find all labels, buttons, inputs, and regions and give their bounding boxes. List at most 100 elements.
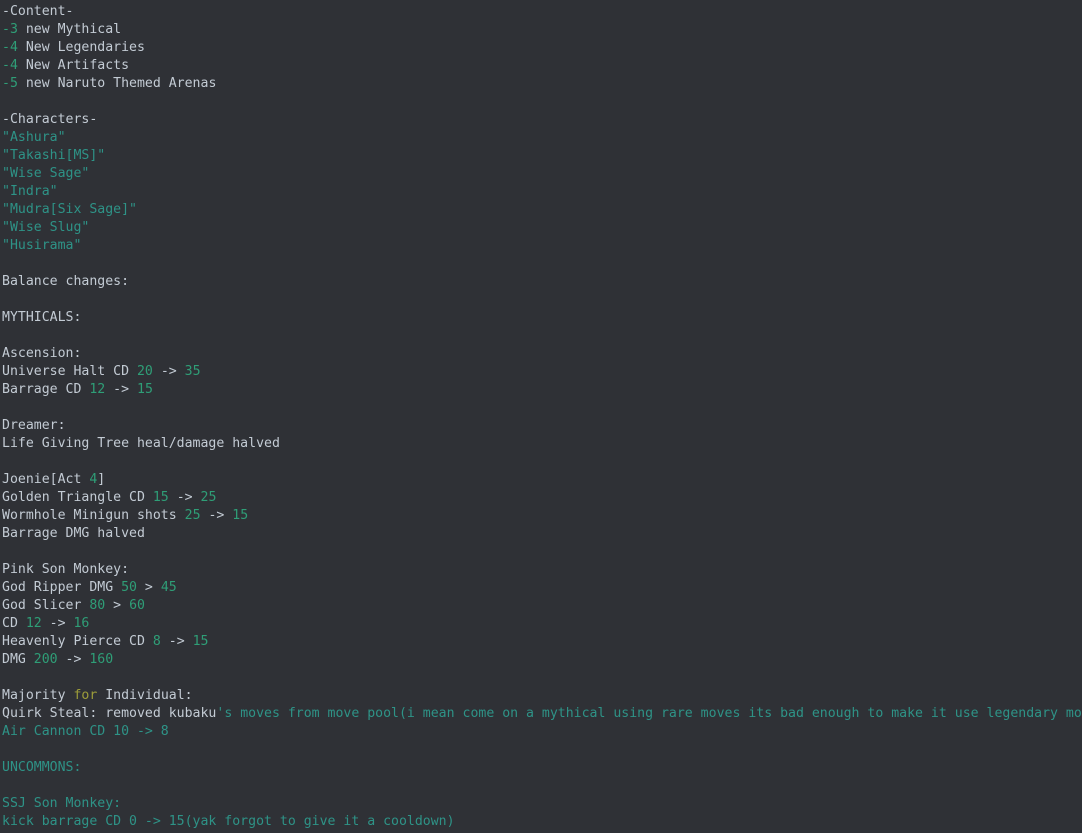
code-line: Barrage DMG halved (2, 525, 1082, 543)
code-token-string: 's moves from move pool(i mean come on a… (216, 706, 1082, 721)
code-line: -4 New Artifacts (2, 57, 1082, 75)
code-line: Balance changes: (2, 273, 1082, 291)
code-token-number: 20 (137, 364, 153, 379)
code-line: God Ripper DMG 50 > 45 (2, 579, 1082, 597)
code-line: "Ashura" (2, 129, 1082, 147)
code-line: "Wise Slug" (2, 219, 1082, 237)
code-token-text: new Mythical (18, 22, 121, 37)
code-token-text: Balance changes: (2, 274, 129, 289)
code-token-string: "Ashura" (2, 130, 66, 145)
code-line: Dreamer: (2, 417, 1082, 435)
code-line: Life Giving Tree heal/damage halved (2, 435, 1082, 453)
code-token-text: Dreamer: (2, 418, 66, 433)
code-token-number: -3 (2, 22, 18, 37)
code-token-text: Pink Son Monkey: (2, 562, 129, 577)
code-token-text: God Slicer (2, 598, 89, 613)
code-token-text: New Artifacts (18, 58, 129, 73)
code-token-text: > (105, 598, 129, 613)
code-token-number: 12 (89, 382, 105, 397)
code-token-keyword: for (73, 688, 97, 703)
code-token-text: God Ripper DMG (2, 580, 121, 595)
code-token-text: MYTHICALS: (2, 310, 81, 325)
code-token-string: "Husirama" (2, 238, 81, 253)
code-token-number: 15 (137, 382, 153, 397)
code-blank-line (2, 453, 1082, 471)
code-line: "Husirama" (2, 237, 1082, 255)
code-line: "Takashi[MS]" (2, 147, 1082, 165)
code-line: DMG 200 -> 160 (2, 651, 1082, 669)
code-line: SSJ Son Monkey: (2, 795, 1082, 813)
code-line: Universe Halt CD 20 -> 35 (2, 363, 1082, 381)
code-blank-line (2, 255, 1082, 273)
code-token-string: "Mudra[Six Sage]" (2, 202, 137, 217)
code-blank-line (2, 291, 1082, 309)
code-token-string: "Wise Slug" (2, 220, 89, 235)
code-line: "Indra" (2, 183, 1082, 201)
code-line: UNCOMMONS: (2, 759, 1082, 777)
code-token-text: -> (42, 616, 74, 631)
code-token-string: "Wise Sage" (2, 166, 89, 181)
code-token-string: Air Cannon CD 10 -> 8 (2, 724, 169, 739)
code-token-text: -> (153, 364, 185, 379)
code-blank-line (2, 741, 1082, 759)
code-token-number: 15 (193, 634, 209, 649)
code-token-text: Wormhole Minigun shots (2, 508, 185, 523)
code-line: God Slicer 80 > 60 (2, 597, 1082, 615)
code-token-string: SSJ Son Monkey: (2, 796, 121, 811)
code-token-text: New Legendaries (18, 40, 145, 55)
code-line: Ascension: (2, 345, 1082, 363)
code-token-number: 200 (34, 652, 58, 667)
code-token-text: Joenie[Act (2, 472, 89, 487)
code-line: "Mudra[Six Sage]" (2, 201, 1082, 219)
code-token-number: 15 (232, 508, 248, 523)
code-line: Majority for Individual: (2, 687, 1082, 705)
code-token-text: Golden Triangle CD (2, 490, 153, 505)
code-token-text: Individual: (97, 688, 192, 703)
code-token-text: DMG (2, 652, 34, 667)
code-token-text: Ascension: (2, 346, 81, 361)
code-line: Pink Son Monkey: (2, 561, 1082, 579)
code-token-string: UNCOMMONS: (2, 760, 81, 775)
code-line: Quirk Steal: removed kubaku's moves from… (2, 705, 1082, 723)
code-line: Joenie[Act 4] (2, 471, 1082, 489)
code-token-string: "Indra" (2, 184, 58, 199)
code-token-text: Universe Halt CD (2, 364, 137, 379)
code-blank-line (2, 327, 1082, 345)
code-token-text: Heavenly Pierce CD (2, 634, 153, 649)
code-blank-line (2, 399, 1082, 417)
code-token-string: "Takashi[MS]" (2, 148, 105, 163)
code-line: Barrage CD 12 -> 15 (2, 381, 1082, 399)
code-token-number: 45 (161, 580, 177, 595)
code-token-text: -Characters- (2, 112, 97, 127)
code-line: kick barrage CD 0 -> 15(yak forgot to gi… (2, 813, 1082, 831)
code-line: -Content- (2, 3, 1082, 21)
code-token-number: 25 (185, 508, 201, 523)
code-blank-line (2, 93, 1082, 111)
code-token-number: 16 (73, 616, 89, 631)
code-token-string: kick barrage CD 0 -> 15(yak forgot to gi… (2, 814, 455, 829)
code-token-text: Barrage CD (2, 382, 89, 397)
code-token-text: > (137, 580, 161, 595)
code-token-number: -5 (2, 76, 18, 91)
code-line: -4 New Legendaries (2, 39, 1082, 57)
code-token-number: 12 (26, 616, 42, 631)
code-token-text: CD (2, 616, 26, 631)
code-token-number: 160 (89, 652, 113, 667)
code-blank-line (2, 777, 1082, 795)
code-token-number: -4 (2, 58, 18, 73)
code-token-text: -> (169, 490, 201, 505)
code-token-text: Majority (2, 688, 73, 703)
code-token-text: -> (201, 508, 233, 523)
code-token-text: Barrage DMG halved (2, 526, 145, 541)
code-token-number: 80 (89, 598, 105, 613)
code-token-text: -> (161, 634, 193, 649)
code-token-number: 35 (185, 364, 201, 379)
code-blank-line (2, 669, 1082, 687)
code-token-text: ] (97, 472, 105, 487)
code-line: Wormhole Minigun shots 25 -> 15 (2, 507, 1082, 525)
code-token-text: Life Giving Tree heal/damage halved (2, 436, 280, 451)
code-line: CD 12 -> 16 (2, 615, 1082, 633)
code-line: Heavenly Pierce CD 8 -> 15 (2, 633, 1082, 651)
code-line: MYTHICALS: (2, 309, 1082, 327)
code-editor-text-area[interactable]: -Content--3 new Mythical -4 New Legendari… (0, 0, 1082, 831)
